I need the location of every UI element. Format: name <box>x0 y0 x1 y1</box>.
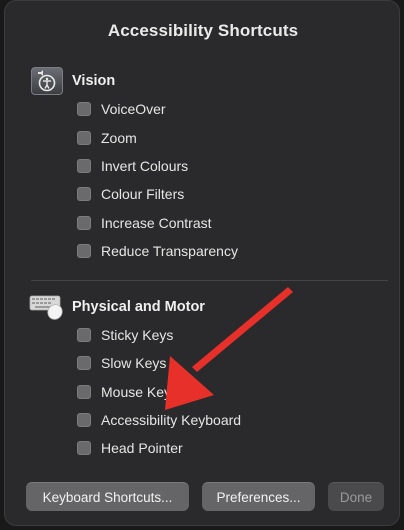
reduce-transparency-label: Reduce Transparency <box>101 243 238 259</box>
done-button[interactable]: Done <box>328 482 384 511</box>
vision-heading: Vision <box>72 73 116 89</box>
motor-item-slow-keys[interactable]: Slow Keys <box>77 353 166 373</box>
colour-filters-label: Colour Filters <box>101 186 185 202</box>
slow-keys-checkbox[interactable] <box>77 356 91 370</box>
head-pointer-label: Head Pointer <box>101 440 183 456</box>
motor-item-head-pointer[interactable]: Head Pointer <box>77 438 183 458</box>
panel-title: Accessibility Shortcuts <box>107 21 299 40</box>
invert-colours-label: Invert Colours <box>101 158 189 174</box>
sticky-keys-label: Sticky Keys <box>101 327 174 343</box>
accessibility-keyboard-checkbox[interactable] <box>77 413 91 427</box>
slow-keys-label: Slow Keys <box>101 355 167 371</box>
increase-contrast-checkbox[interactable] <box>77 216 91 230</box>
mouse-keys-label: Mouse Keys <box>101 384 179 400</box>
accessibility-icon <box>31 67 63 95</box>
mouse-keys-checkbox[interactable] <box>77 385 91 399</box>
motor-heading: Physical and Motor <box>72 299 205 315</box>
accessibility-keyboard-label: Accessibility Keyboard <box>101 412 242 428</box>
keyboard-mouse-icon <box>29 293 69 321</box>
sticky-keys-checkbox[interactable] <box>77 328 91 342</box>
colour-filters-checkbox[interactable] <box>77 187 91 201</box>
head-pointer-checkbox[interactable] <box>77 441 91 455</box>
zoom-label: Zoom <box>101 130 137 146</box>
zoom-checkbox[interactable] <box>77 131 91 145</box>
accessibility-shortcuts-panel: Accessibility Shortcuts Vision VoiceOver… <box>4 0 400 526</box>
vision-item-increase-contrast[interactable]: Increase Contrast <box>77 213 212 233</box>
increase-contrast-label: Increase Contrast <box>101 215 212 231</box>
voiceover-checkbox[interactable] <box>77 102 91 116</box>
section-divider <box>31 280 388 281</box>
motor-item-sticky-keys[interactable]: Sticky Keys <box>77 325 173 345</box>
motor-item-accessibility-keyboard[interactable]: Accessibility Keyboard <box>77 410 241 430</box>
invert-colours-checkbox[interactable] <box>77 159 91 173</box>
keyboard-shortcuts-button[interactable]: Keyboard Shortcuts... <box>26 482 189 511</box>
screenshot-stage: Accessibility Shortcuts Vision VoiceOver… <box>0 0 404 530</box>
vision-item-zoom[interactable]: Zoom <box>77 128 137 148</box>
vision-item-colour-filters[interactable]: Colour Filters <box>77 184 184 204</box>
preferences-button[interactable]: Preferences... <box>202 482 315 511</box>
voiceover-label: VoiceOver <box>101 101 166 117</box>
reduce-transparency-checkbox[interactable] <box>77 244 91 258</box>
vision-item-reduce-transparency[interactable]: Reduce Transparency <box>77 241 238 261</box>
motor-item-mouse-keys[interactable]: Mouse Keys <box>77 382 178 402</box>
vision-item-invert-colours[interactable]: Invert Colours <box>77 156 188 176</box>
vision-item-voiceover[interactable]: VoiceOver <box>77 99 166 119</box>
